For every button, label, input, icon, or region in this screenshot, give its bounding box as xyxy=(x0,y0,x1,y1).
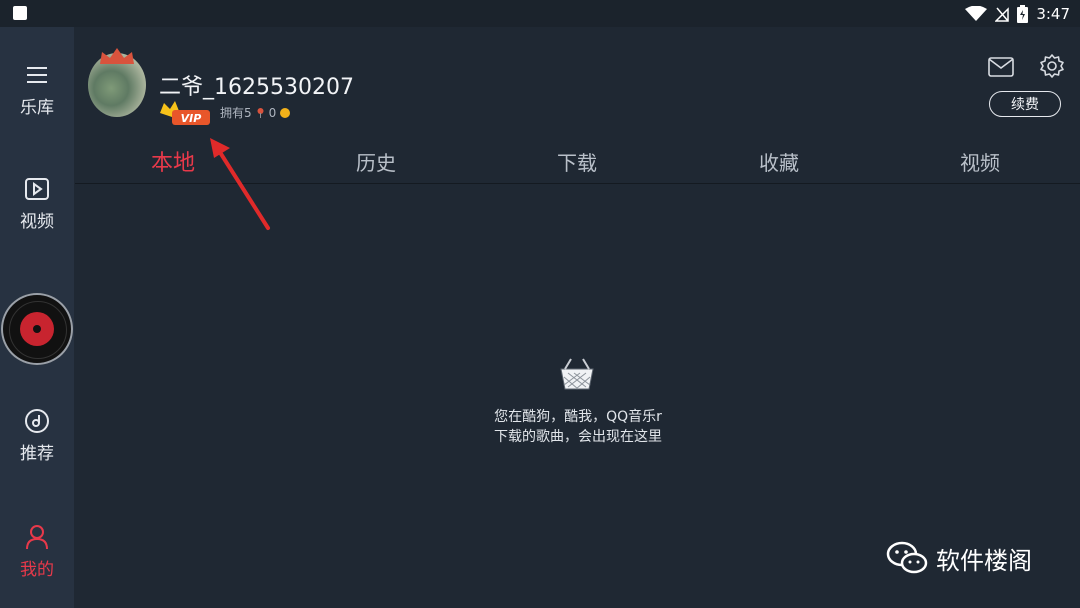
user-icon xyxy=(26,525,48,550)
sidebar-item-label: 乐库 xyxy=(20,98,54,118)
coin-icon xyxy=(280,107,291,118)
sidebar-item-recommend[interactable]: 推荐 xyxy=(0,407,74,467)
main-panel: 二爷_1625530207 VIP 拥有5 0 续费 本地 历史 下载 收藏 视… xyxy=(75,27,1080,608)
vinyl-disc-icon[interactable] xyxy=(1,293,73,365)
status-icons: 3:47 xyxy=(965,3,1070,25)
music-disc-icon xyxy=(25,409,49,433)
mail-icon[interactable] xyxy=(988,57,1014,77)
no-signal-icon xyxy=(995,7,1010,22)
wifi-icon xyxy=(965,6,988,21)
flower-icon xyxy=(257,108,264,118)
status-bar: 3:47 xyxy=(0,0,1080,27)
sidebar-item-library[interactable]: 乐库 xyxy=(0,61,74,121)
sidebar-item-video[interactable]: 视频 xyxy=(0,175,74,235)
renew-button[interactable]: 续费 xyxy=(989,91,1061,117)
status-time: 3:47 xyxy=(1036,5,1070,23)
coin-count: 0 xyxy=(268,105,277,120)
video-icon xyxy=(25,178,49,200)
sidebar-item-label: 视频 xyxy=(20,212,54,232)
annotation-arrow-icon xyxy=(210,138,270,230)
owns-prefix: 拥有5 xyxy=(220,106,252,120)
tab-local[interactable]: 本地 xyxy=(151,145,195,177)
tab-favorites[interactable]: 收藏 xyxy=(759,147,799,176)
sidebar-item-label: 推荐 xyxy=(20,444,54,464)
empty-state-line-2: 下载的歌曲，会出现在这里 xyxy=(494,429,662,445)
app-square-icon xyxy=(13,6,27,20)
watermark: 软件楼阁 xyxy=(886,540,1032,576)
sidebar-item-mine[interactable]: 我的 xyxy=(0,523,74,583)
username: 二爷_1625530207 xyxy=(159,75,354,100)
tab-download[interactable]: 下载 xyxy=(557,147,597,176)
basket-icon xyxy=(560,358,594,390)
sidebar-item-label: 我的 xyxy=(20,560,54,580)
empty-state-message: 您在酷狗，酷我，QQ音乐r 下载的歌曲，会出现在这里 xyxy=(430,407,726,447)
owns-info: 拥有5 0 xyxy=(220,104,291,121)
tab-video[interactable]: 视频 xyxy=(960,147,1000,176)
wechat-icon xyxy=(886,541,928,574)
tab-history[interactable]: 历史 xyxy=(356,147,396,176)
empty-state-line-1: 您在酷狗，酷我，QQ音乐r xyxy=(494,409,662,425)
crown-icon xyxy=(100,48,134,64)
vip-badge[interactable]: VIP xyxy=(158,99,212,127)
vip-label: VIP xyxy=(181,112,202,125)
battery-icon xyxy=(1017,5,1029,23)
sidebar: 乐库 视频 推荐 我的 xyxy=(0,27,74,608)
menu-icon xyxy=(27,67,47,83)
gear-icon[interactable] xyxy=(1039,53,1065,79)
watermark-text: 软件楼阁 xyxy=(936,546,1032,575)
